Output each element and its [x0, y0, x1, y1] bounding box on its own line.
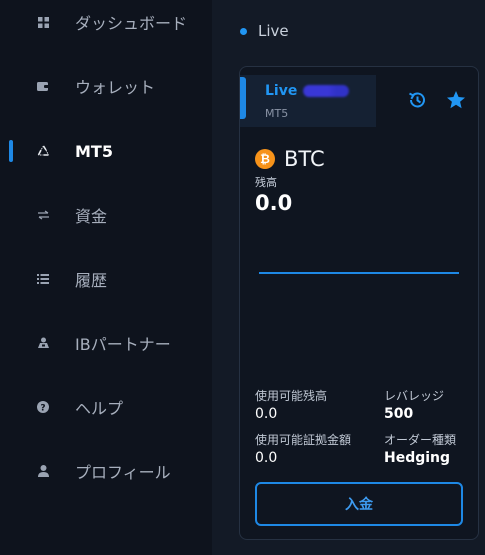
- history-icon[interactable]: [406, 89, 428, 111]
- help-icon: ?: [36, 400, 50, 414]
- leverage: レバレッジ 500: [384, 387, 444, 422]
- sidebar-item-label: ヘルプ: [75, 399, 124, 418]
- account-header: Live MT5: [240, 75, 376, 127]
- sidebar-item-dashboard[interactable]: ダッシュボード: [0, 2, 212, 42]
- sidebar-item-label: ダッシュボード: [75, 14, 188, 33]
- redacted-account-number: [303, 85, 350, 97]
- sidebar-item-label: 資金: [75, 207, 108, 226]
- order-type-label: オーダー種類: [384, 433, 457, 447]
- sidebar-item-profile[interactable]: プロフィール: [0, 451, 212, 491]
- available-margin-value: 0.0: [255, 450, 278, 466]
- sidebar-item-label: 履歴: [75, 271, 108, 290]
- order-type-value: Hedging: [384, 450, 451, 466]
- leverage-label: レバレッジ: [384, 389, 445, 403]
- balance-chart-line: [259, 272, 459, 274]
- transfer-arrows-icon: [36, 208, 50, 222]
- balance-label: 残高: [255, 176, 277, 189]
- currency-name: BTC: [284, 147, 325, 171]
- available-balance-value: 0.0: [255, 406, 278, 422]
- partner-icon: [36, 336, 50, 350]
- list-icon: [36, 272, 50, 286]
- live-status-dot: [240, 27, 247, 35]
- available-margin: 使用可能証拠金額 0.0: [255, 431, 351, 466]
- account-type: Live: [265, 83, 298, 99]
- deposit-button[interactable]: 入金: [255, 482, 463, 526]
- available-margin-label: 使用可能証拠金額: [255, 433, 352, 447]
- grid-icon: [36, 15, 50, 29]
- svg-text:?: ?: [40, 404, 45, 414]
- section-header: Live: [240, 22, 289, 40]
- sidebar-item-funds[interactable]: 資金: [0, 195, 212, 235]
- active-indicator: [9, 140, 13, 162]
- star-icon[interactable]: [445, 89, 467, 111]
- sidebar-item-history[interactable]: 履歴: [0, 259, 212, 299]
- currency-row: ₿ BTC: [255, 147, 325, 171]
- recycle-icon: [36, 144, 50, 158]
- sidebar: ダッシュボード ウォレット MT5 資金 履歴 IBパートナー ? ヘルプ プロ…: [0, 0, 212, 555]
- sidebar-item-ib-partner[interactable]: IBパートナー: [0, 323, 212, 363]
- sidebar-item-wallet[interactable]: ウォレット: [0, 66, 212, 106]
- main-content: Live Live MT5 ₿ BTC 残高 0.0 使用可能残高 0.0 レバ…: [212, 0, 485, 555]
- account-card: Live MT5 ₿ BTC 残高 0.0 使用可能残高 0.0 レバレッジ 5…: [239, 66, 479, 540]
- user-icon: [36, 464, 50, 478]
- sidebar-item-label: プロフィール: [75, 463, 171, 482]
- bitcoin-icon: ₿: [255, 149, 275, 169]
- order-type: オーダー種類 Hedging: [384, 431, 456, 466]
- account-accent-bar: [240, 77, 246, 119]
- section-title: Live: [258, 22, 289, 40]
- sidebar-item-label: MT5: [75, 141, 113, 161]
- account-platform: MT5: [265, 107, 289, 120]
- leverage-value: 500: [384, 406, 414, 422]
- sidebar-item-label: IBパートナー: [75, 335, 171, 354]
- available-balance: 使用可能残高 0.0: [255, 387, 327, 422]
- wallet-icon: [36, 79, 50, 93]
- balance-value: 0.0: [255, 191, 293, 215]
- account-title: Live: [265, 83, 350, 99]
- sidebar-item-help[interactable]: ? ヘルプ: [0, 387, 212, 427]
- sidebar-item-mt5[interactable]: MT5: [0, 131, 212, 171]
- available-balance-label: 使用可能残高: [255, 389, 328, 403]
- sidebar-item-label: ウォレット: [75, 78, 156, 97]
